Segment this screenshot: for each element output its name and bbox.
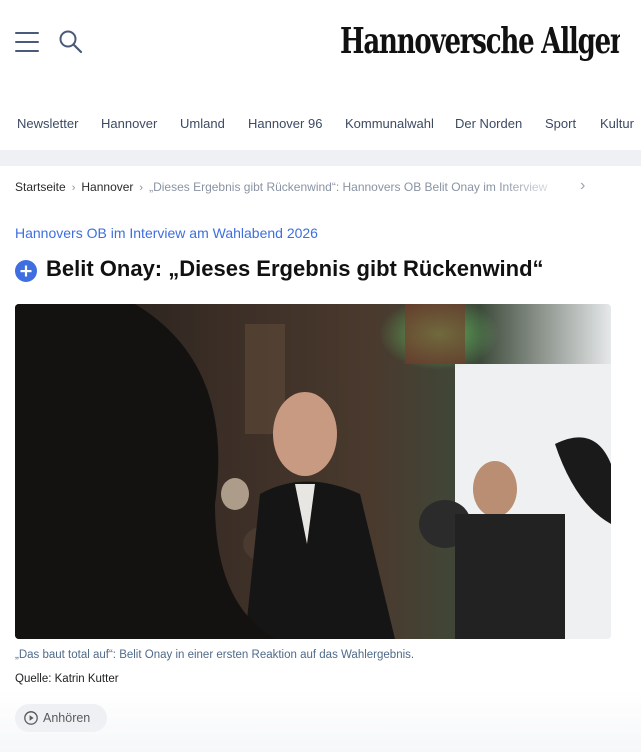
- nav-item-kommunalwahl[interactable]: Kommunalwahl: [345, 116, 434, 131]
- header-divider: [0, 150, 641, 166]
- nav-item-kultur[interactable]: Kultur: [600, 116, 634, 131]
- play-circle-icon: [24, 711, 38, 725]
- nav-item-sport[interactable]: Sport: [545, 116, 576, 131]
- nav-item-newsletter[interactable]: Newsletter: [17, 116, 78, 131]
- listen-button-label: Anhören: [43, 711, 91, 725]
- site-logo[interactable]: Hannoversche Allgemeine: [340, 12, 620, 71]
- article-kicker[interactable]: Hannovers OB im Interview am Wahlabend 2…: [15, 225, 318, 241]
- plus-circle-icon: [15, 260, 37, 282]
- main-nav: Newsletter Hannover Umland Hannover 96 K…: [0, 98, 641, 148]
- breadcrumb-item-startseite[interactable]: Startseite: [15, 180, 66, 194]
- site-header: Hannoversche Allgemeine: [0, 0, 641, 90]
- search-icon[interactable]: [58, 29, 84, 55]
- article-image[interactable]: [15, 304, 611, 639]
- breadcrumb-item-hannover[interactable]: Hannover: [81, 180, 133, 194]
- image-source: Quelle: Katrin Kutter: [15, 673, 119, 685]
- article-headline: Belit Onay: „Dieses Ergebnis gibt Rücken…: [46, 256, 544, 281]
- breadcrumb-separator-icon: ›: [71, 182, 76, 194]
- nav-item-hannover[interactable]: Hannover: [101, 116, 157, 131]
- chevron-right-icon[interactable]: ›: [580, 177, 585, 195]
- nav-item-hannover-96[interactable]: Hannover 96: [248, 116, 322, 131]
- hamburger-icon[interactable]: [15, 32, 39, 52]
- nav-item-der-norden[interactable]: Der Norden: [455, 116, 522, 131]
- breadcrumb-separator-icon: ›: [139, 182, 144, 194]
- listen-button[interactable]: Anhören: [15, 704, 107, 732]
- image-caption: „Das baut total auf“: Belit Onay in eine…: [15, 649, 415, 661]
- breadcrumb-fade: [500, 175, 570, 199]
- breadcrumb-item-current: „Dieses Ergebnis gibt Rückenwind“: Hanno…: [149, 180, 548, 194]
- nav-item-umland[interactable]: Umland: [180, 116, 225, 131]
